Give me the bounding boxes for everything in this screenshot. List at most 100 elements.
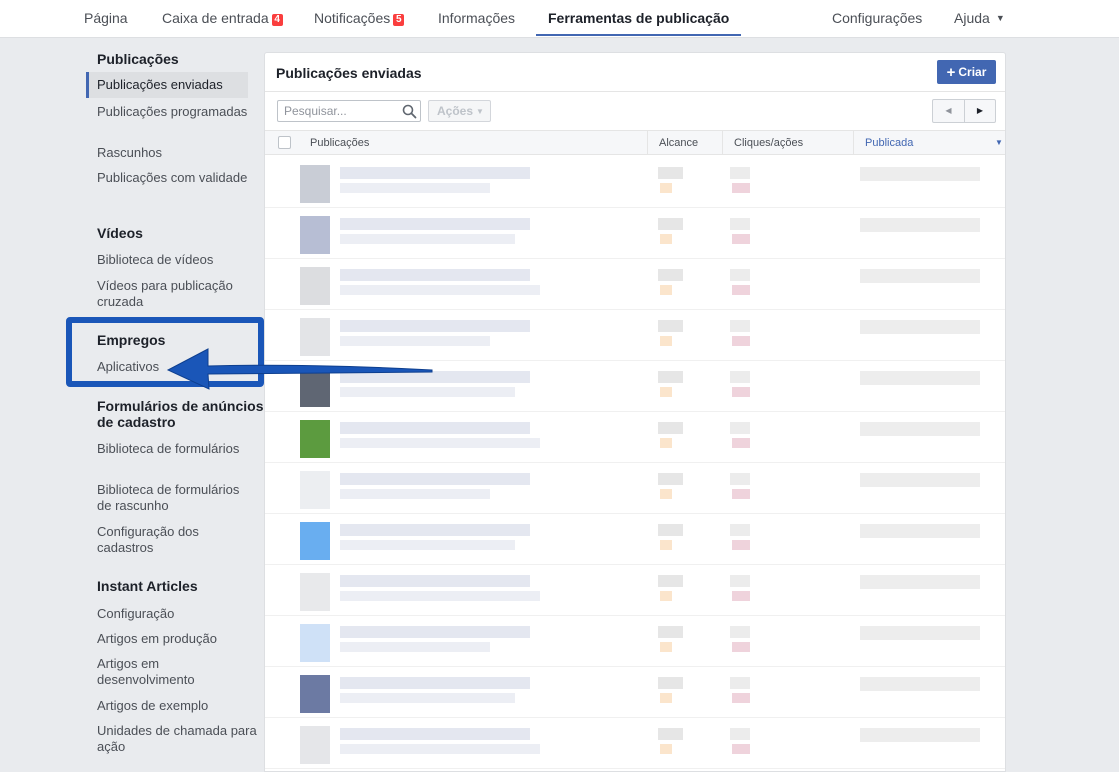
column-header-publicada[interactable]: Publicada: [853, 131, 1005, 154]
tab-notificacoes[interactable]: Notificações 5: [314, 0, 405, 36]
search-icon[interactable]: [402, 104, 417, 119]
search-box[interactable]: [277, 100, 421, 122]
actions-label: Ações: [437, 104, 474, 118]
column-header-alcance[interactable]: Alcance: [647, 131, 722, 154]
table-row[interactable]: [265, 667, 1005, 718]
column-header-cliques[interactable]: Cliques/ações: [722, 131, 853, 154]
panel-title: Publicações enviadas: [276, 65, 422, 81]
sidebar-item-rascunhos[interactable]: Rascunhos: [97, 145, 257, 161]
reach-value: [658, 167, 683, 179]
table-row[interactable]: [265, 361, 1005, 412]
post-text-line: [340, 183, 490, 193]
published-date: [860, 575, 980, 589]
reach-value: [658, 371, 683, 383]
table-row[interactable]: [265, 514, 1005, 565]
table-row[interactable]: [265, 565, 1005, 616]
pagination: ◀ ▶: [932, 99, 996, 123]
reach-bar: [660, 642, 672, 652]
sidebar-item-publicacoes-com-validade[interactable]: Publicações com validade: [97, 170, 257, 186]
actions-dropdown[interactable]: Ações ▼: [428, 100, 491, 122]
table-row[interactable]: [265, 412, 1005, 463]
post-text-line: [340, 540, 515, 550]
sidebar-item-biblioteca-de-formularios[interactable]: Biblioteca de formulários: [97, 441, 257, 457]
caret-down-icon: ▼: [476, 107, 484, 116]
sidebar-item-formularios-rascunho[interactable]: Biblioteca de formulários de rascunho: [97, 482, 257, 514]
post-text-line: [340, 642, 490, 652]
table-row[interactable]: [265, 310, 1005, 361]
post-text-line: [340, 438, 540, 448]
post-thumbnail: [300, 369, 330, 407]
sidebar-item-configuracao[interactable]: Configuração: [97, 606, 257, 622]
select-all-checkbox[interactable]: [278, 136, 291, 149]
post-text-line: [340, 218, 530, 230]
clicks-bar: [732, 183, 750, 193]
post-text-line: [340, 320, 530, 332]
help-menu[interactable]: Ajuda ▼: [954, 0, 1005, 36]
reach-bar: [660, 387, 672, 397]
sidebar-item-artigos-de-exemplo[interactable]: Artigos de exemplo: [97, 698, 257, 714]
post-text-line: [340, 336, 490, 346]
post-text-line: [340, 693, 515, 703]
table-row[interactable]: [265, 157, 1005, 208]
chevron-right-icon[interactable]: ▶: [964, 100, 995, 122]
tab-caixa-de-entrada[interactable]: Caixa de entrada 4: [162, 0, 283, 36]
table-row[interactable]: [265, 718, 1005, 769]
clicks-value: [730, 422, 750, 434]
sidebar-item-publicacoes-enviadas[interactable]: Publicações enviadas: [86, 72, 248, 98]
tab-informacoes[interactable]: Informações: [438, 0, 515, 36]
tab-label: Ajuda: [954, 10, 990, 26]
table-row[interactable]: [265, 259, 1005, 310]
section-title-videos: Vídeos: [97, 225, 143, 241]
tab-label: Caixa de entrada: [162, 10, 269, 26]
create-button[interactable]: + Criar: [937, 60, 996, 84]
post-thumbnail: [300, 471, 330, 509]
reach-value: [658, 422, 683, 434]
post-text-line: [340, 422, 530, 434]
reach-bar: [660, 489, 672, 499]
sidebar-item-configuracao-cadastros[interactable]: Configuração dos cadastros: [97, 524, 257, 556]
post-text-line: [340, 473, 530, 485]
clicks-value: [730, 524, 750, 536]
published-date: [860, 269, 980, 283]
reach-bar: [660, 285, 672, 295]
clicks-value: [730, 575, 750, 587]
chevron-left-icon[interactable]: ◀: [933, 100, 964, 122]
table-header: Publicações Alcance Cliques/ações Public…: [265, 130, 1005, 155]
reach-bar: [660, 438, 672, 448]
sidebar-item-videos-publicacao-cruzada[interactable]: Vídeos para publicação cruzada: [97, 278, 257, 310]
post-thumbnail: [300, 267, 330, 305]
tab-pagina[interactable]: Página: [84, 0, 128, 36]
published-date: [860, 677, 980, 691]
clicks-bar: [732, 336, 750, 346]
sidebar-item-publicacoes-programadas[interactable]: Publicações programadas: [97, 104, 257, 120]
table-row[interactable]: [265, 463, 1005, 514]
clicks-value: [730, 371, 750, 383]
table-row[interactable]: [265, 208, 1005, 259]
post-thumbnail: [300, 420, 330, 458]
post-thumbnail: [300, 624, 330, 662]
reach-bar: [660, 591, 672, 601]
column-header-publicacoes[interactable]: Publicações: [299, 131, 648, 154]
clicks-value: [730, 473, 750, 485]
sidebar-item-unidades-chamada-acao[interactable]: Unidades de chamada para ação: [97, 723, 257, 755]
reach-bar: [660, 693, 672, 703]
clicks-bar: [732, 591, 750, 601]
post-text-line: [340, 167, 530, 179]
published-date: [860, 728, 980, 742]
sidebar-item-biblioteca-de-videos[interactable]: Biblioteca de vídeos: [97, 252, 257, 268]
tab-configuracoes[interactable]: Configurações: [832, 0, 922, 36]
search-input[interactable]: [284, 101, 402, 121]
clicks-value: [730, 269, 750, 281]
sidebar-item-artigos-em-producao[interactable]: Artigos em produção: [97, 631, 257, 647]
post-text-line: [340, 234, 515, 244]
tab-ferramentas-de-publicacao[interactable]: Ferramentas de publicação: [535, 0, 742, 36]
published-date: [860, 626, 980, 640]
post-text-line: [340, 575, 530, 587]
table-row[interactable]: [265, 616, 1005, 667]
reach-value: [658, 677, 683, 689]
clicks-bar: [732, 438, 750, 448]
plus-icon: +: [946, 64, 956, 81]
sidebar-item-artigos-em-desenvolvimento[interactable]: Artigos em desenvolvimento: [97, 656, 257, 688]
sort-descending-icon: ▼: [995, 138, 1003, 147]
notifications-count-badge: 5: [393, 14, 405, 26]
